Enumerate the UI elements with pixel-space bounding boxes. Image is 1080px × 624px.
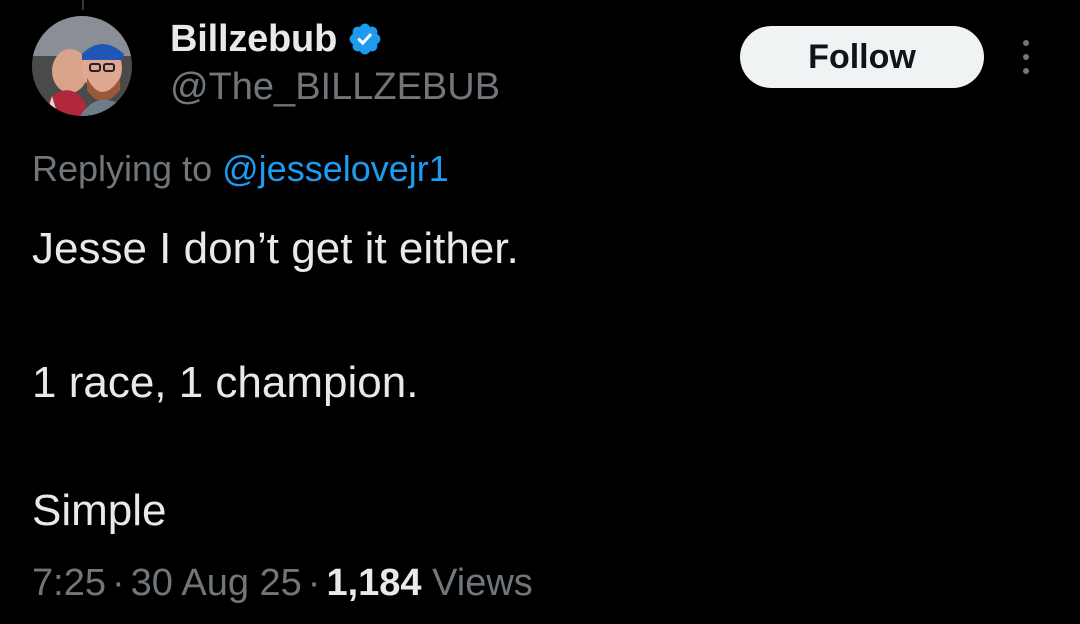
avatar-photo: [32, 16, 132, 116]
more-dot: [1023, 40, 1029, 46]
more-vertical-icon[interactable]: [1008, 36, 1044, 78]
views-label: Views: [432, 562, 533, 604]
meta-separator: ·: [307, 562, 321, 604]
thread-connector-line: [82, 0, 84, 10]
tweet-text-line: Simple: [32, 486, 167, 535]
more-dot: [1023, 68, 1029, 74]
avatar[interactable]: [32, 16, 132, 116]
tweet-meta: 7:25 · 30 Aug 25 · 1,184 Views: [32, 562, 533, 605]
display-name[interactable]: Billzebub: [170, 18, 337, 61]
tweet-date[interactable]: 30 Aug 25: [131, 562, 302, 604]
verified-badge-icon: [349, 23, 381, 55]
user-handle[interactable]: @The_BILLZEBUB: [170, 66, 500, 109]
tweet-time[interactable]: 7:25: [32, 562, 106, 604]
reply-context: Replying to @jesselovejr1: [32, 148, 449, 190]
tweet-text-line: Jesse I don’t get it either.: [32, 224, 519, 273]
more-dot: [1023, 54, 1029, 60]
tweet-text-line: 1 race, 1 champion.: [32, 358, 419, 407]
reply-prefix: Replying to: [32, 148, 213, 189]
follow-button[interactable]: Follow: [740, 26, 984, 88]
views-count: 1,184: [326, 562, 422, 604]
meta-separator: ·: [111, 562, 125, 604]
reply-target-link[interactable]: @jesselovejr1: [222, 148, 449, 189]
author-name-row: Billzebub: [170, 16, 383, 62]
